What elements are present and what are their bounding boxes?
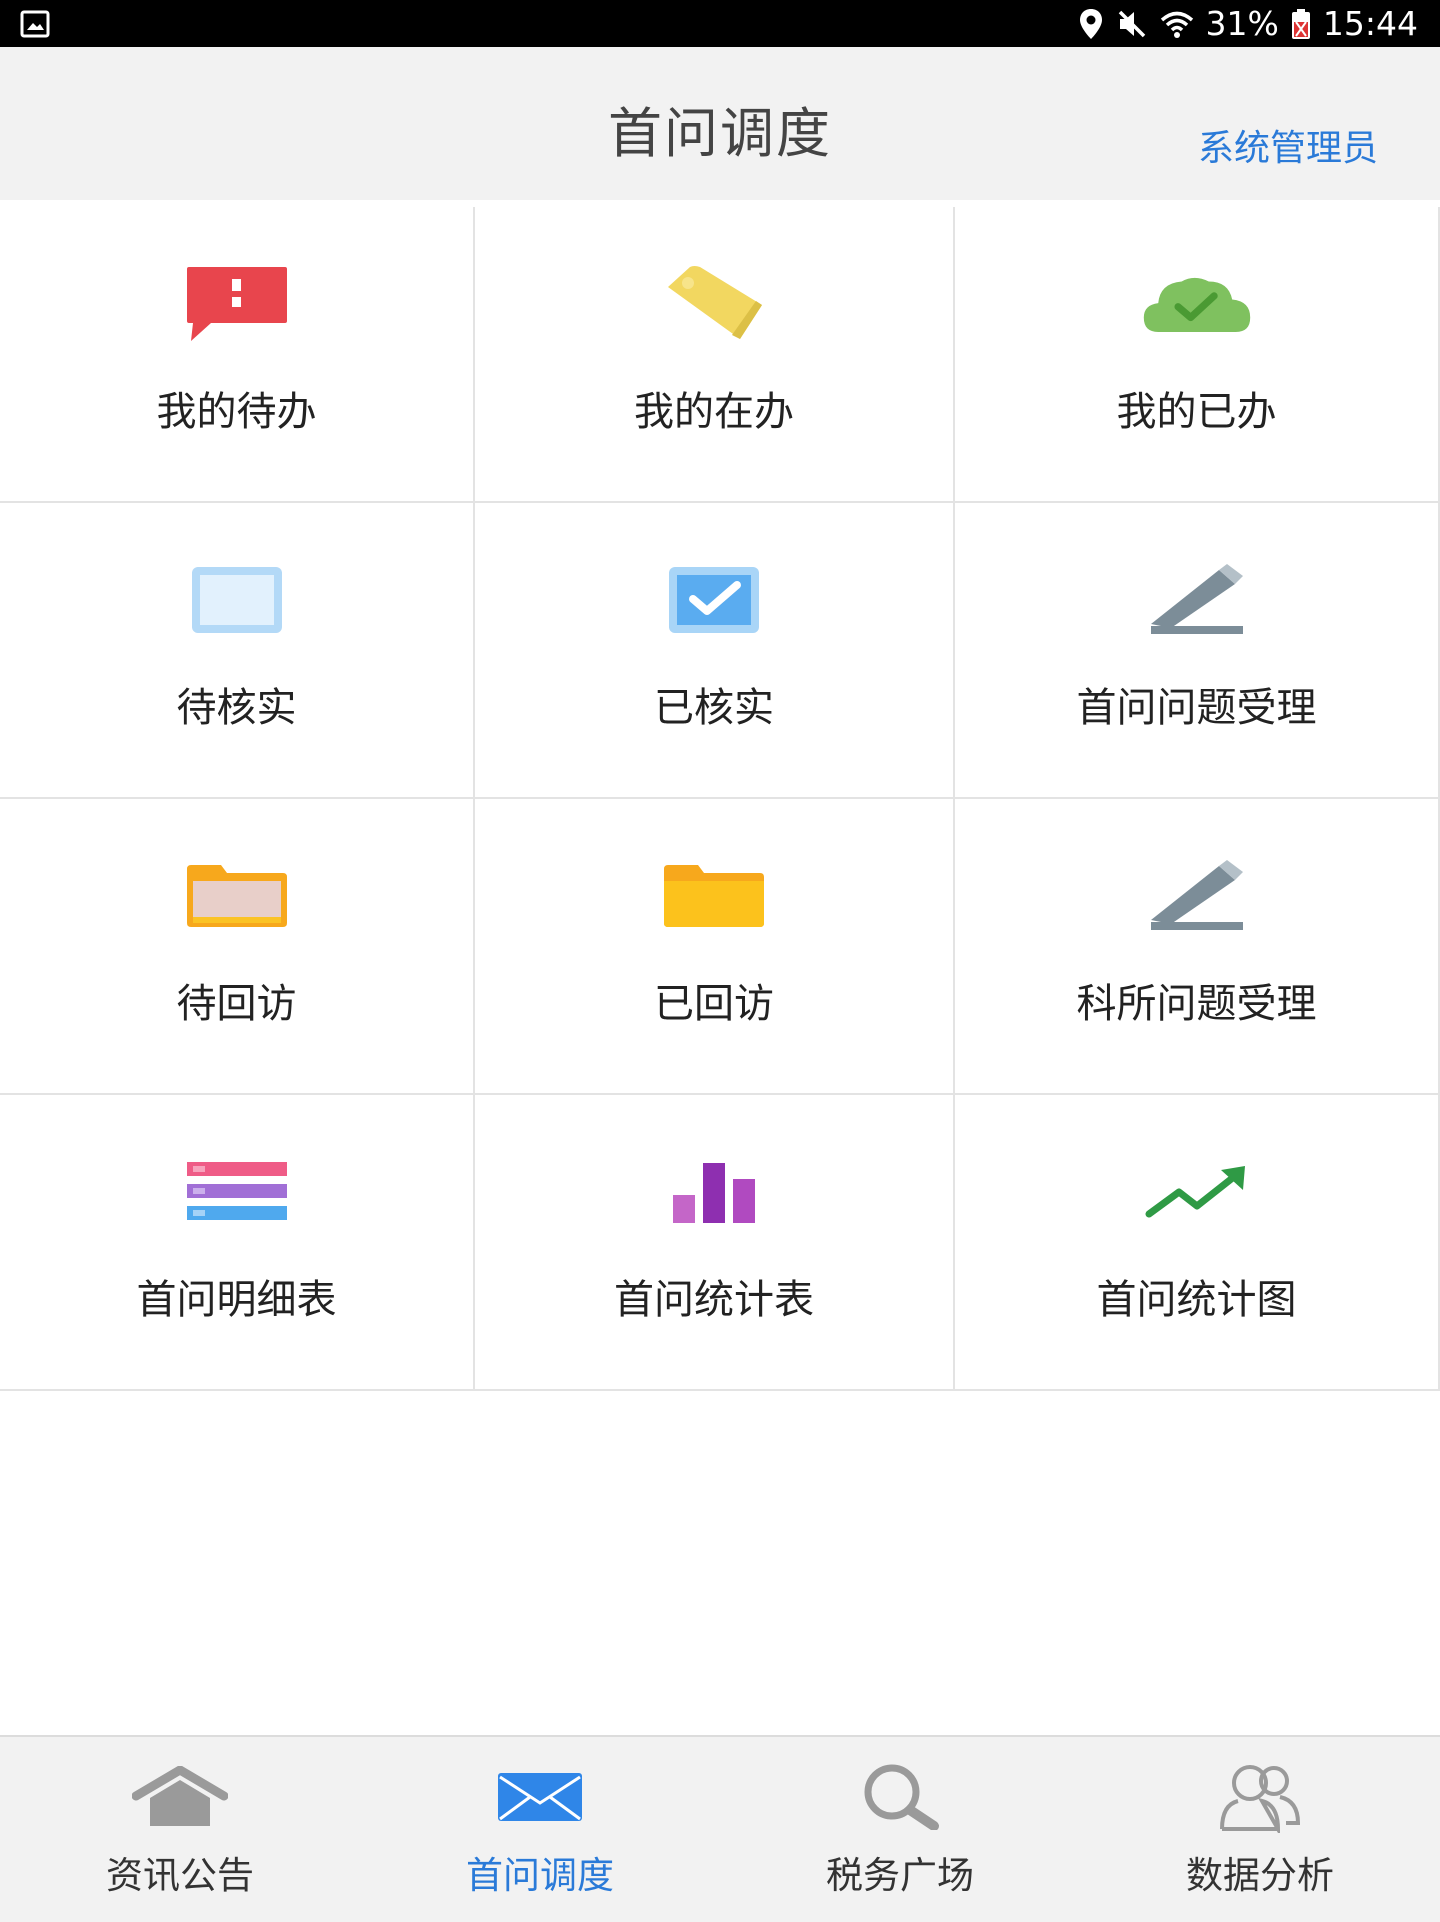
nav-item-tax-square[interactable]: 税务广场 [720,1737,1080,1922]
grid-item-verified[interactable]: 已核实 [475,503,955,799]
grid-item-done[interactable]: 我的已办 [955,207,1438,503]
mute-icon [1118,10,1145,37]
envelope-icon [490,1757,590,1837]
trend-line-icon [1142,1147,1252,1237]
grid-item-label: 首问问题受理 [1076,685,1317,731]
nav-label: 资讯公告 [106,1854,254,1897]
grid-item-pending-revisit[interactable]: 待回访 [0,799,475,1095]
clock: 15:44 [1322,4,1418,43]
grid-item-label: 已回访 [654,981,774,1027]
nav-item-data-analysis[interactable]: 数据分析 [1080,1737,1440,1922]
checked-box-icon [659,555,769,645]
nav-label: 首问调度 [466,1854,614,1897]
bottom-nav: 资讯公告 首问调度 税务广场 数据分析 [0,1735,1440,1922]
grid-item-label: 科所问题受理 [1076,981,1317,1027]
nav-label: 数据分析 [1186,1854,1334,1897]
home-icon [130,1757,230,1837]
grid-item-label: 我的已办 [1116,389,1277,435]
grid-item-label: 已核实 [654,685,774,731]
tag-icon [659,259,769,349]
wifi-icon [1160,11,1193,38]
folder-icon [659,851,769,941]
pen-icon [1142,851,1252,941]
grid-item-detail-table[interactable]: 首问明细表 [0,1095,475,1391]
grid-item-label: 首问统计表 [614,1277,814,1323]
cloud-check-icon [1142,259,1252,349]
function-grid: 我的待办 我的在办 我的已办 待核实 已核实 首问问题受理 待回访 已回访 科所… [0,207,1440,1391]
battery-icon [1291,8,1310,39]
grid-item-pending-verify[interactable]: 待核实 [0,503,475,799]
nav-item-first-ask[interactable]: 首问调度 [360,1737,720,1922]
grid-item-revisited[interactable]: 已回访 [475,799,955,1095]
location-icon [1079,8,1102,39]
search-icon [850,1757,950,1837]
grid-item-label: 首问明细表 [136,1277,337,1323]
battery-percent: 31% [1205,4,1279,43]
grid-item-dept-accept[interactable]: 科所问题受理 [955,799,1438,1095]
grid-item-in-progress[interactable]: 我的在办 [475,207,955,503]
nav-item-news[interactable]: 资讯公告 [0,1737,360,1922]
grid-item-label: 我的待办 [156,389,317,435]
grid-item-my-todo[interactable]: 我的待办 [0,207,475,503]
users-icon [1210,1757,1310,1837]
alert-chat-icon [182,259,292,349]
grid-item-first-ask-accept[interactable]: 首问问题受理 [955,503,1438,799]
blank-box-icon [182,555,292,645]
grid-item-label: 我的在办 [634,389,794,435]
list-icon [182,1147,292,1237]
bar-chart-icon [659,1147,769,1237]
folder-open-icon [182,851,292,941]
grid-item-stat-chart[interactable]: 首问统计图 [955,1095,1438,1391]
pen-icon [1142,555,1252,645]
nav-label: 税务广场 [826,1854,974,1897]
grid-item-label: 首问统计图 [1096,1277,1297,1323]
grid-item-stat-table[interactable]: 首问统计表 [475,1095,955,1391]
title-bar: 首问调度 系统管理员 [0,47,1440,200]
grid-item-label: 待核实 [176,685,297,731]
gallery-notification-icon [20,10,50,38]
grid-item-label: 待回访 [176,981,297,1027]
status-bar: 31% 15:44 [0,0,1440,47]
user-name-link[interactable]: 系统管理员 [1198,119,1378,171]
